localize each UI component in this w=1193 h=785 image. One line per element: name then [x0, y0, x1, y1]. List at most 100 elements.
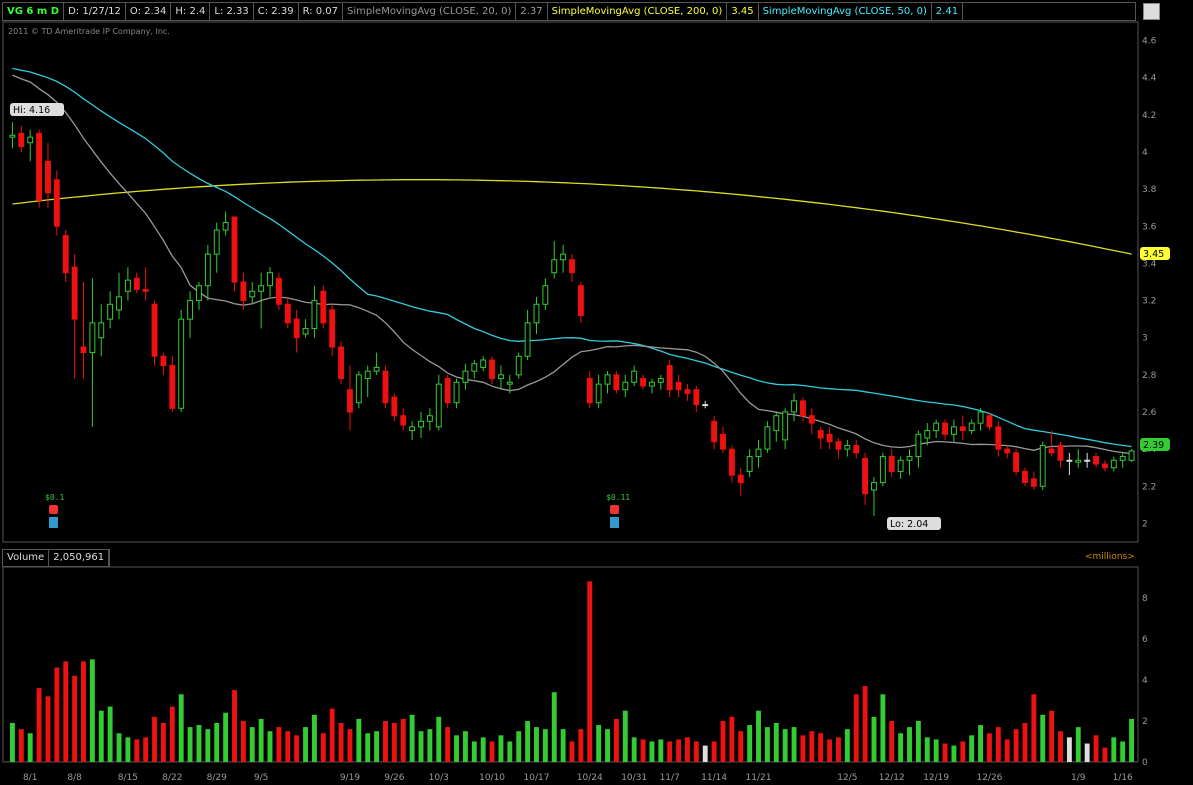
x-tick-label: 10/10 — [479, 773, 505, 783]
volume-bar — [445, 727, 451, 762]
volume-bar — [294, 735, 300, 762]
candle-body — [498, 374, 504, 380]
candle-body — [311, 300, 318, 329]
volume-bar — [45, 696, 51, 762]
x-tick-label: 12/12 — [879, 773, 905, 783]
candle-body — [586, 378, 593, 404]
volume-bar — [1049, 710, 1055, 762]
volume-bar — [320, 733, 326, 762]
volume-bar — [249, 727, 255, 762]
candle-body — [720, 433, 726, 450]
volume-bar — [898, 733, 904, 762]
volume-bar — [685, 737, 690, 762]
candle-body — [888, 456, 895, 472]
volume-bar — [223, 712, 229, 762]
volume-bar — [9, 723, 15, 762]
volume-bar — [214, 723, 220, 762]
volume-bar — [827, 739, 833, 762]
candle-body — [995, 426, 1002, 450]
candle-body — [879, 456, 886, 484]
x-tick-label: 12/26 — [976, 773, 1002, 783]
volume-bar — [374, 731, 380, 762]
volume-bar — [951, 745, 957, 762]
volume-bar — [1022, 723, 1028, 762]
candle-body — [666, 365, 673, 391]
candle-body — [80, 346, 87, 354]
volume-bar — [1111, 737, 1117, 762]
volume-bar — [18, 729, 24, 762]
volume-bar — [693, 741, 699, 762]
volume-bar — [640, 739, 646, 762]
volume-bar — [285, 731, 291, 762]
volume-bar — [178, 694, 184, 762]
candle-body — [267, 272, 273, 287]
candle-body — [196, 285, 202, 302]
candle-body — [862, 457, 869, 495]
candle-body — [693, 389, 700, 406]
candle-body — [231, 216, 238, 283]
volume-bar — [1058, 731, 1063, 762]
candle-body — [773, 415, 780, 432]
volume-bar — [303, 727, 308, 762]
volume-tick-label: 8 — [1142, 594, 1148, 604]
candle-body — [515, 355, 522, 376]
candle-body — [915, 433, 922, 458]
volume-bar — [498, 735, 504, 762]
candle-body — [426, 415, 433, 422]
volume-bar — [347, 729, 353, 762]
candle-body — [444, 378, 451, 404]
volume-bar — [365, 733, 371, 762]
volume-bar — [267, 731, 273, 762]
sma200-line — [12, 179, 1132, 255]
volume-bar — [658, 739, 664, 762]
volume-bar — [560, 729, 566, 762]
volume-bar — [933, 739, 939, 762]
candle-body — [560, 253, 567, 261]
document-icon — [49, 517, 58, 528]
volume-bar — [889, 720, 895, 762]
candle-body — [329, 309, 336, 348]
candle-body — [142, 288, 149, 292]
x-tick-label: 12/5 — [837, 773, 857, 783]
x-tick-label: 1/16 — [1113, 773, 1133, 783]
volume-bar — [747, 725, 753, 762]
volume-bar — [924, 737, 930, 762]
candle-body — [622, 381, 629, 391]
price-tick-label: 3.4 — [1142, 259, 1157, 269]
candle-body — [791, 400, 797, 413]
candle-body — [853, 444, 860, 454]
candle-body — [1057, 444, 1064, 461]
candle-body — [1110, 459, 1117, 469]
candle-body — [178, 318, 185, 409]
volume-bar — [27, 733, 33, 762]
price-volume-chart[interactable]: 4.64.44.243.83.63.43.232.82.62.42.22 864… — [0, 0, 1193, 785]
candle-body — [320, 290, 327, 324]
candle-body — [204, 253, 211, 287]
volume-bar — [81, 661, 86, 762]
volume-bar — [1013, 729, 1019, 762]
volume-bar — [534, 727, 539, 762]
dividend-label: $0.1 — [45, 493, 64, 502]
volume-bar — [800, 735, 806, 762]
volume-bar — [454, 735, 459, 762]
volume-bar — [756, 710, 761, 762]
volume-bar — [36, 688, 42, 762]
candle-body — [169, 365, 176, 409]
candle-body — [533, 303, 540, 324]
candle-body — [506, 381, 513, 385]
candle-body — [36, 132, 43, 201]
volume-bar — [409, 714, 415, 762]
volume-bar — [978, 725, 984, 762]
volume-bar — [578, 729, 584, 762]
candle-body — [338, 346, 345, 380]
volume-bar — [960, 741, 966, 762]
x-tick-label: 8/1 — [23, 773, 37, 783]
candle-body — [755, 448, 762, 458]
volume-bar — [551, 692, 557, 762]
candle-body — [116, 296, 122, 311]
candle-body — [808, 415, 815, 424]
candle-body — [675, 381, 682, 391]
x-tick-label: 9/5 — [254, 773, 268, 783]
volume-bar — [818, 733, 824, 762]
phone-icon — [49, 505, 58, 514]
